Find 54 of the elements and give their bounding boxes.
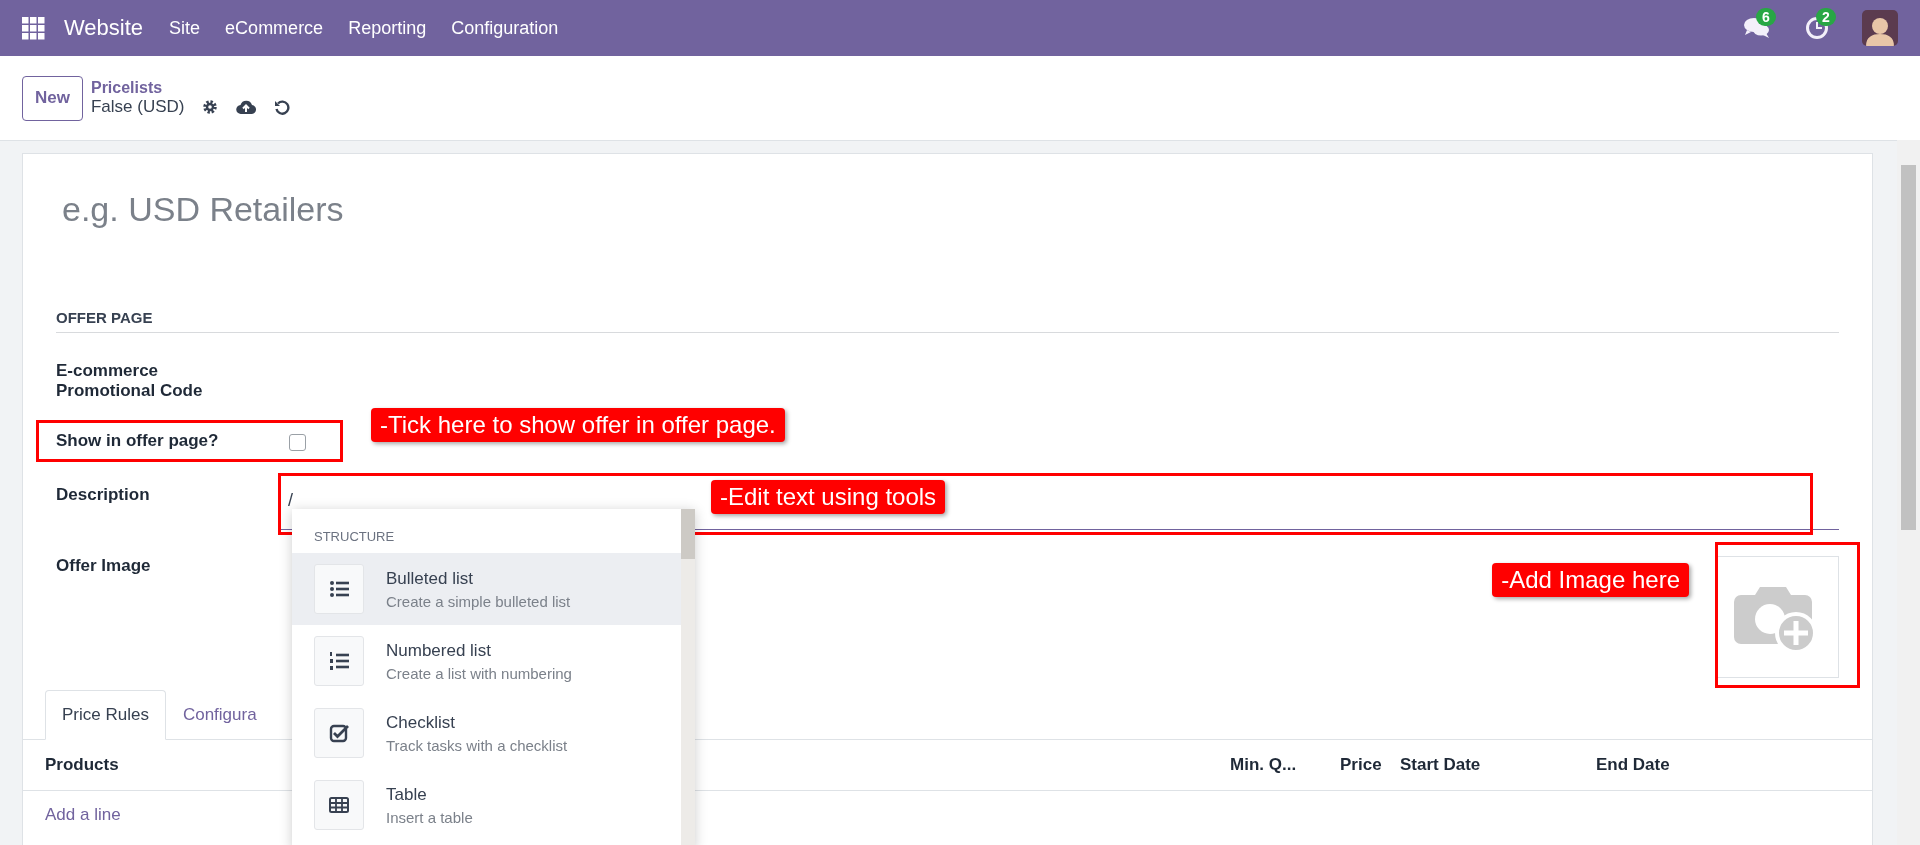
tab[interactable]: Price Rules (45, 690, 166, 740)
table-icon (329, 795, 349, 815)
numbered-icon (329, 651, 349, 671)
bulleted-icon (329, 579, 349, 599)
tab[interactable]: Configura (165, 690, 274, 740)
checklist-icon (329, 723, 349, 743)
command-title: Bulleted list (386, 568, 474, 589)
command-item[interactable]: Table Insert a table (292, 769, 681, 841)
command-title: Numbered list (386, 640, 492, 661)
scrollbar[interactable] (1897, 140, 1920, 845)
column-header[interactable]: Price (1340, 755, 1382, 774)
cloud-upload-icon[interactable] (236, 99, 257, 115)
breadcrumb-link[interactable]: Pricelists (90, 79, 291, 97)
command-description: Insert a table (386, 808, 473, 826)
name-field[interactable]: e.g. USD Retailers (56, 190, 668, 229)
menu-item[interactable]: Site (169, 17, 201, 39)
checkbox[interactable] (289, 434, 306, 451)
command-item[interactable]: Bulleted list Create a simple bulleted list (292, 553, 681, 625)
app-name[interactable]: Website (64, 15, 144, 41)
column-header[interactable]: End Date (1596, 755, 1670, 774)
command-description: Create a simple bulleted list (386, 592, 571, 610)
activity-count-badge: 2 (1816, 8, 1836, 26)
command-title: Table (386, 784, 428, 805)
user-avatar[interactable] (1862, 10, 1898, 46)
command-description: Create a list with numbering (386, 664, 572, 682)
section-title: OFFER PAGE (56, 309, 1839, 333)
annotation-label: -Tick here to show offer in offer page. (371, 408, 785, 442)
menu-scrollbar[interactable] (681, 509, 695, 845)
annotation-label: -Add Image here (1492, 563, 1689, 597)
field-label: E-commerce Promotional Code (56, 361, 204, 401)
menu-item[interactable]: Configuration (451, 17, 559, 39)
scrollbar-thumb[interactable] (1901, 165, 1916, 530)
column-header[interactable]: Min. Q... (1230, 755, 1297, 774)
command-item[interactable]: Checklist Track tasks with a checklist (292, 697, 681, 769)
message-count-badge: 6 (1756, 8, 1776, 26)
command-item[interactable]: Numbered list Create a list with numbering (292, 625, 681, 697)
new-button[interactable]: New (22, 75, 83, 121)
record-title: False (USD) (90, 97, 185, 117)
column-header[interactable]: Products (45, 755, 119, 774)
field-label: Offer Image (56, 556, 152, 577)
undo-icon[interactable] (274, 99, 291, 115)
menu-item[interactable]: eCommerce (225, 17, 324, 39)
add-line-link[interactable]: Add a line (45, 805, 121, 825)
menu-item[interactable]: Reporting (348, 17, 427, 39)
field-label: Description (56, 485, 151, 506)
scrollbar-thumb[interactable] (681, 509, 695, 559)
group-heading: STRUCTURE (314, 529, 395, 546)
annotation-label: -Edit text using tools (711, 480, 946, 514)
settings-icon[interactable] (202, 99, 219, 115)
apps-grid-icon[interactable] (22, 16, 45, 40)
field-label: Show in offer page? (56, 431, 220, 451)
command-description: Track tasks with a checklist (386, 736, 568, 754)
command-title: Checklist (386, 712, 456, 733)
column-header[interactable]: Start Date (1400, 755, 1481, 774)
